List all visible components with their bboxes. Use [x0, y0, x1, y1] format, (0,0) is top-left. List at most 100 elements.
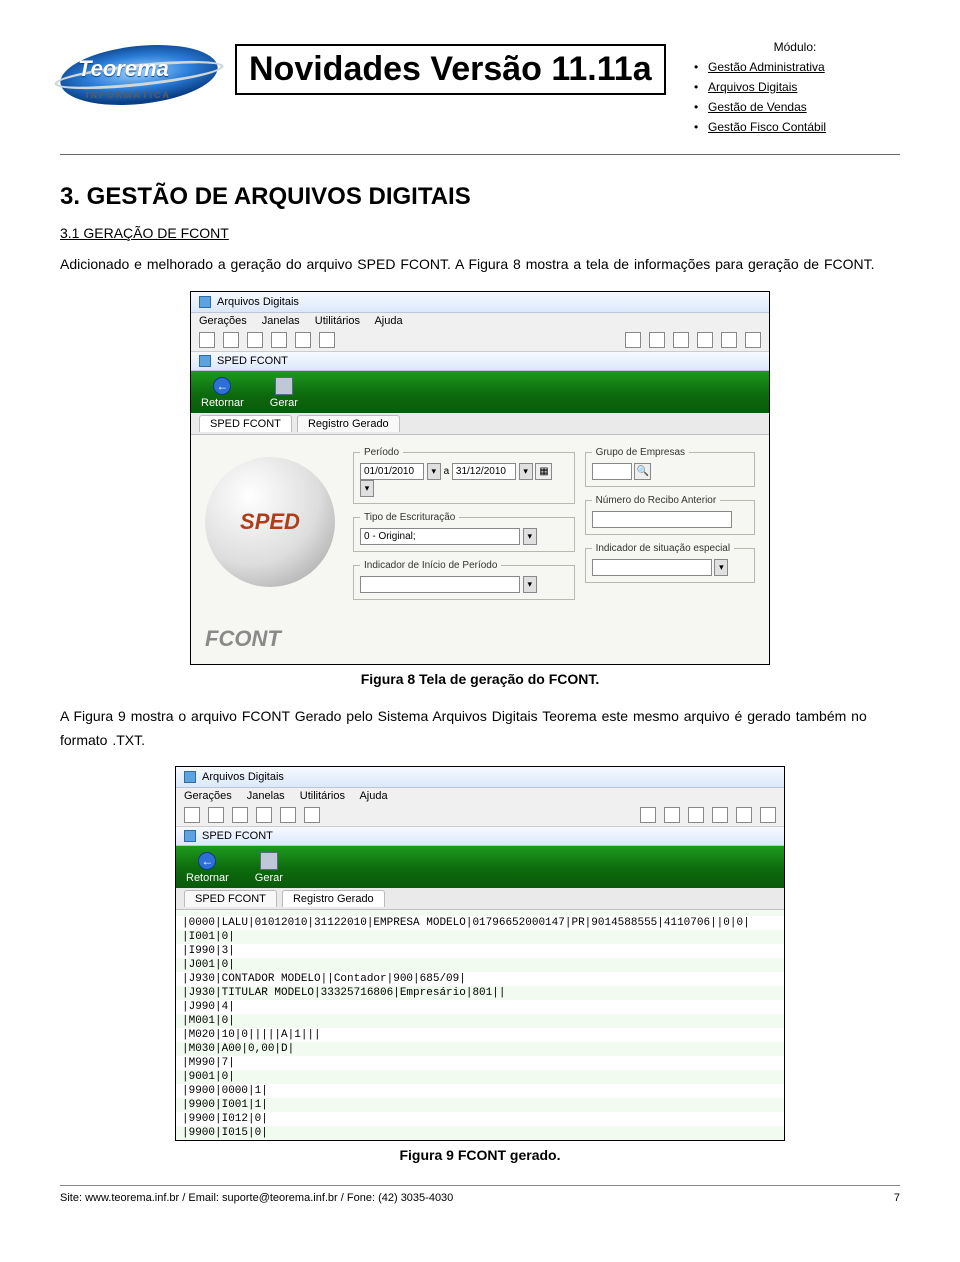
menu-item[interactable]: Utilitários	[300, 790, 345, 802]
menu-item[interactable]: Gerações	[199, 315, 247, 327]
figure-9-caption: Figura 9 FCONT gerado.	[399, 1147, 560, 1163]
paragraph: A Figura 9 mostra o arquivo FCONT Gerado…	[60, 705, 900, 753]
tipo-escrituracao-select[interactable]	[360, 528, 520, 545]
data-line: |J001|0|	[176, 958, 784, 972]
search-icon[interactable]: 🔍	[634, 463, 651, 480]
menu-item[interactable]: Ajuda	[374, 315, 402, 327]
toolbar-icon[interactable]	[295, 332, 311, 348]
divider	[60, 154, 900, 155]
figure-8-screenshot: Arquivos Digitais Gerações Janelas Utili…	[190, 291, 770, 665]
indicador-inicio-select[interactable]	[360, 576, 520, 593]
fieldset-situacao-especial: Indicador de situação especial ▾	[585, 543, 755, 583]
module-item: Gestão Fisco Contábil	[690, 120, 900, 134]
toolbar-icon[interactable]	[319, 332, 335, 348]
periodo-inicio-input[interactable]	[360, 463, 424, 480]
back-arrow-icon: ←	[198, 852, 216, 870]
back-button[interactable]: ← Retornar	[201, 377, 244, 409]
dropdown-icon[interactable]: ▾	[714, 559, 728, 576]
window-title: Arquivos Digitais	[217, 296, 299, 308]
periodo-fim-input[interactable]	[452, 463, 516, 480]
date-helper-icon[interactable]: ▦	[535, 463, 552, 480]
menu-bar[interactable]: Gerações Janelas Utilitários Ajuda	[176, 788, 784, 804]
fieldset-periodo: Período ▾ a ▾ ▦ ▾	[353, 447, 575, 504]
toolbar-icon[interactable]	[247, 332, 263, 348]
data-line: |I990|3|	[176, 944, 784, 958]
toolbar-icon[interactable]	[280, 807, 296, 823]
toolbar-icon[interactable]	[184, 807, 200, 823]
toolbar-icon[interactable]	[640, 807, 656, 823]
data-line: |9001|0|	[176, 1070, 784, 1084]
menu-item[interactable]: Gerações	[184, 790, 232, 802]
data-line: |I001|0|	[176, 930, 784, 944]
window-title: Arquivos Digitais	[202, 771, 284, 783]
toolbar-icon[interactable]	[697, 332, 713, 348]
toolbar-icon[interactable]	[649, 332, 665, 348]
logo-subtext: INFORMÁTICA	[86, 90, 171, 100]
tab-sped-fcont[interactable]: SPED FCONT	[199, 415, 292, 432]
data-line: |9900|I015|0|	[176, 1126, 784, 1140]
toolbar-icon[interactable]	[664, 807, 680, 823]
menu-bar[interactable]: Gerações Janelas Utilitários Ajuda	[191, 313, 769, 329]
footer-divider	[60, 1185, 900, 1186]
sped-logo: SPED	[205, 457, 335, 587]
toolbar-icon[interactable]	[304, 807, 320, 823]
situacao-especial-select[interactable]	[592, 559, 712, 576]
data-line: |0000|LALU|01012010|31122010|EMPRESA MOD…	[176, 916, 784, 930]
toolbar	[176, 804, 784, 827]
fieldset-numero-recibo: Número do Recibo Anterior	[585, 495, 755, 535]
dropdown-icon[interactable]: ▾	[519, 463, 533, 480]
menu-item[interactable]: Utilitários	[315, 315, 360, 327]
back-button[interactable]: ← Retornar	[186, 852, 229, 884]
toolbar-icon[interactable]	[271, 332, 287, 348]
fcont-label: FCONT	[191, 620, 769, 664]
menu-item[interactable]: Janelas	[262, 315, 300, 327]
toolbar-icon[interactable]	[688, 807, 704, 823]
toolbar-icon[interactable]	[199, 332, 215, 348]
toolbar-icon[interactable]	[673, 332, 689, 348]
subwindow-icon	[199, 355, 211, 367]
toolbar-icon[interactable]	[232, 807, 248, 823]
data-line: |M030|A00|0,00|D|	[176, 1042, 784, 1056]
toolbar-icon[interactable]	[208, 807, 224, 823]
menu-item[interactable]: Ajuda	[359, 790, 387, 802]
toolbar-icon[interactable]	[223, 332, 239, 348]
page-title: Novidades Versão 11.11a	[235, 44, 666, 95]
tab-registro-gerado[interactable]: Registro Gerado	[297, 415, 400, 432]
numero-recibo-input[interactable]	[592, 511, 732, 528]
dropdown-icon[interactable]: ▾	[360, 480, 374, 497]
toolbar-icon[interactable]	[721, 332, 737, 348]
back-arrow-icon: ←	[213, 377, 231, 395]
module-item: Gestão de Vendas	[690, 100, 900, 114]
toolbar-icon[interactable]	[760, 807, 776, 823]
tab-sped-fcont[interactable]: SPED FCONT	[184, 890, 277, 907]
data-line: |M990|7|	[176, 1056, 784, 1070]
data-line: |J930|CONTADOR MODELO||Contador|900|685/…	[176, 972, 784, 986]
generate-button[interactable]: Gerar	[270, 377, 298, 409]
logo-text: Teorema	[78, 56, 169, 82]
data-line: |9900|0000|1|	[176, 1084, 784, 1098]
toolbar-icon[interactable]	[712, 807, 728, 823]
action-bar: ← Retornar Gerar	[191, 371, 769, 413]
grupo-empresas-input[interactable]	[592, 463, 632, 480]
action-bar: ← Retornar Gerar	[176, 846, 784, 888]
data-line: |M001|0|	[176, 1014, 784, 1028]
menu-item[interactable]: Janelas	[247, 790, 285, 802]
company-logo: Teorema INFORMÁTICA	[60, 46, 218, 104]
generate-button[interactable]: Gerar	[255, 852, 283, 884]
toolbar-icon[interactable]	[625, 332, 641, 348]
app-icon	[184, 771, 196, 783]
dropdown-icon[interactable]: ▾	[427, 463, 441, 480]
toolbar-icon[interactable]	[736, 807, 752, 823]
subsection-title: 3.1 GERAÇÃO DE FCONT	[60, 225, 900, 241]
dropdown-icon[interactable]: ▾	[523, 528, 537, 545]
module-box: Módulo: Gestão Administrativa Arquivos D…	[690, 40, 900, 140]
dropdown-icon[interactable]: ▾	[523, 576, 537, 593]
footer-contact: Site: www.teorema.inf.br / Email: suport…	[60, 1192, 453, 1204]
tab-registro-gerado[interactable]: Registro Gerado	[282, 890, 385, 907]
toolbar-icon[interactable]	[256, 807, 272, 823]
toolbar-icon[interactable]	[745, 332, 761, 348]
tabs: SPED FCONT Registro Gerado	[191, 413, 769, 435]
fieldset-indicador-inicio: Indicador de Início de Período ▾	[353, 560, 575, 600]
module-label: Módulo:	[690, 40, 900, 54]
fieldset-tipo-escrituracao: Tipo de Escrituração ▾	[353, 512, 575, 552]
